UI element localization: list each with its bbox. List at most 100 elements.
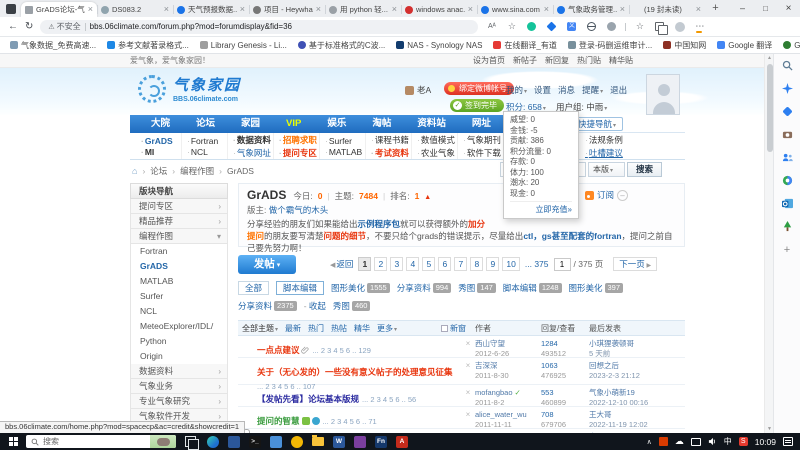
word-icon[interactable]: W: [333, 436, 345, 448]
last-poster[interactable]: 回想之后: [589, 361, 681, 371]
sidebar-item-grads[interactable]: GrADS: [130, 259, 228, 274]
app-icon-purple[interactable]: [354, 436, 366, 448]
bookmark-item[interactable]: 中国知网: [663, 40, 706, 51]
not-secure-warning-icon[interactable]: 不安全: [48, 21, 80, 32]
recharge-link[interactable]: 立即充值»: [510, 201, 572, 215]
outlook-icon[interactable]: [781, 197, 794, 210]
new-window-checkbox[interactable]: 新窗: [441, 323, 475, 334]
page-3[interactable]: 3: [390, 257, 403, 271]
maximize-button[interactable]: [754, 0, 777, 17]
page-4[interactable]: 4: [406, 257, 419, 271]
globe-extension-icon[interactable]: [585, 20, 598, 33]
bookmark-item[interactable]: 在线翻译_有道: [493, 40, 556, 51]
sidebar-group-data[interactable]: 数据资料›: [130, 364, 228, 379]
hidden-icons-chevron[interactable]: [647, 438, 652, 446]
browser-tools-icon[interactable]: [781, 174, 794, 187]
subnav-questions[interactable]: 提问专区: [279, 147, 319, 159]
page-9[interactable]: 9: [486, 257, 499, 271]
last-poster[interactable]: 王大哥: [589, 410, 681, 420]
tab-project[interactable]: 项目 - Heywha...: [249, 2, 325, 17]
scrollbar-thumb[interactable]: [767, 64, 773, 152]
minimize-button[interactable]: [731, 0, 754, 17]
pagination-back[interactable]: 返回: [330, 258, 353, 270]
sidebar-group-featured[interactable]: 精品推荐›: [130, 214, 228, 229]
rss-icon[interactable]: [585, 191, 594, 200]
tab-windows-anaconda[interactable]: windows anac...: [401, 2, 477, 17]
bind-weibo-button[interactable]: 绑定微博帐号: [444, 82, 514, 95]
bookmark-item[interactable]: 登录-码删运维审计...: [568, 40, 652, 51]
subnav-grads[interactable]: GrADS: [141, 136, 181, 146]
thread-row[interactable]: 关于（无心发的）一些没有意义帖子的处理意见征集... 2 3 4 5 6 .. …: [238, 358, 685, 385]
menu-messages[interactable]: 消息: [558, 84, 575, 96]
filter-all[interactable]: 全部: [238, 281, 269, 295]
collapse-filters-link[interactable]: 收起: [304, 300, 326, 312]
sidebar-item-surfer[interactable]: Surfer: [130, 289, 228, 304]
subnav-software[interactable]: 软件下载: [463, 147, 503, 159]
taskbar-search-box[interactable]: 搜索: [26, 435, 176, 448]
thread-author[interactable]: mofangbao: [475, 388, 541, 398]
screenshot-camera-icon[interactable]: [781, 128, 794, 141]
hide-sticky-icon[interactable]: [461, 361, 475, 370]
thread-title[interactable]: 一点点建议: [257, 345, 300, 355]
subnav-data[interactable]: 数据资料: [233, 134, 273, 146]
tab-gov[interactable]: 气象政务管理...: [553, 2, 629, 17]
page-6[interactable]: 6: [438, 257, 451, 271]
sort-all-threads[interactable]: 全部主题: [242, 323, 278, 334]
nav-home[interactable]: 家园: [228, 115, 273, 133]
last-time[interactable]: 2022-12-10 00:16: [589, 398, 681, 408]
username[interactable]: 老A: [405, 84, 431, 96]
link-new-posts[interactable]: 新帖子: [513, 55, 537, 66]
tree-app-icon[interactable]: [781, 220, 794, 233]
bookmark-item[interactable]: Library Genesis - Li...: [200, 41, 287, 50]
reply-count[interactable]: 1284: [541, 339, 589, 349]
reply-count[interactable]: 1063: [541, 361, 589, 371]
page-5[interactable]: 5: [422, 257, 435, 271]
sidebar-item-matlab[interactable]: MATLAB: [130, 274, 228, 289]
filter-item[interactable]: 分享资料2375: [238, 300, 297, 312]
subnav-weburl[interactable]: 气象网址: [233, 147, 273, 159]
notification-center-icon[interactable]: [783, 437, 793, 446]
new-tab-button[interactable]: [708, 2, 723, 16]
acrobat-icon[interactable]: A: [396, 436, 408, 448]
last-time[interactable]: 2022-11-19 12:02: [589, 420, 681, 430]
task-view-icon[interactable]: [185, 436, 196, 447]
extension-icon[interactable]: [545, 20, 558, 33]
collections-icon[interactable]: [653, 20, 666, 33]
subnav-matlab[interactable]: MATLAB: [325, 147, 365, 157]
filter-item[interactable]: 图形美化397: [569, 282, 624, 294]
tab-close-icon[interactable]: [544, 5, 549, 14]
sidebar-group-questions[interactable]: 提问专区›: [130, 199, 228, 214]
app-icon-document[interactable]: [228, 436, 240, 448]
link-hot-posts[interactable]: 热门贴: [577, 55, 601, 66]
sidebar-add-icon[interactable]: +: [781, 243, 794, 256]
hide-sticky-icon[interactable]: [461, 388, 475, 397]
bookmark-item[interactable]: 基于标准格式的C波...: [298, 40, 385, 51]
sort-hot-posts[interactable]: 热帖: [331, 323, 347, 334]
url-text[interactable]: bbs.06climate.com/forum.php?mod=forumdis…: [90, 22, 292, 31]
breadcrumb-programming[interactable]: 编程作图: [180, 165, 214, 177]
volume-icon[interactable]: [708, 437, 717, 446]
page-10[interactable]: 10: [502, 257, 519, 271]
thread-title[interactable]: 【发帖先看】论坛基本版规: [257, 394, 359, 404]
thread-pages[interactable]: ... 2 3 4 5 6 .. 56: [362, 395, 416, 404]
subnav-rules[interactable]: 法规条例: [585, 134, 623, 146]
subnav-jobs[interactable]: 招聘求职: [279, 134, 319, 146]
breadcrumb-forum[interactable]: 论坛: [150, 165, 167, 177]
menu-logout[interactable]: 退出: [610, 84, 627, 96]
menu-reminders[interactable]: 提醒: [582, 84, 603, 96]
search-scope-select[interactable]: 本版: [588, 162, 625, 177]
more-menu-icon[interactable]: [693, 20, 706, 33]
tab-python[interactable]: 用 python 轻...: [325, 2, 401, 17]
search-highlight-image[interactable]: [150, 435, 176, 448]
link-set-homepage[interactable]: 设为首页: [473, 55, 505, 66]
tab-grads-forum[interactable]: GrADS论坛-气...: [21, 2, 97, 17]
page-ellipsis[interactable]: ... 375: [525, 259, 549, 269]
link-digest-posts[interactable]: 精华贴: [609, 55, 633, 66]
filter-item[interactable]: 秀图147: [458, 282, 496, 294]
nav-forum[interactable]: 论坛: [183, 115, 228, 133]
tab-sina[interactable]: www.sina.com: [477, 2, 553, 17]
bookmark-item[interactable]: 参考文献著录格式...: [107, 40, 189, 51]
close-button[interactable]: [777, 0, 800, 17]
ime-indicator[interactable]: 中: [724, 436, 732, 447]
bookmark-item[interactable]: Google卫星地图-谷...: [783, 40, 800, 51]
